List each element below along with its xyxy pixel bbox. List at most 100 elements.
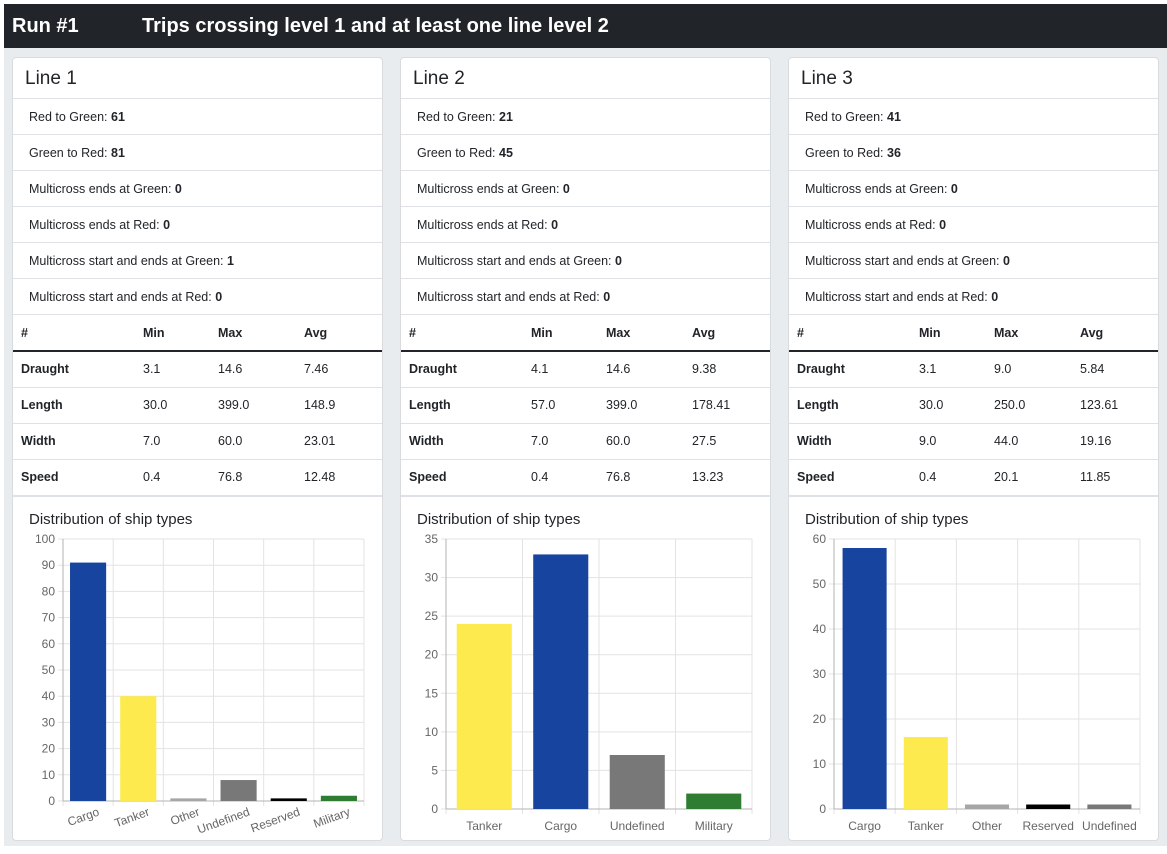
stat-label: Green to Red: (805, 146, 884, 160)
metric-name: Length (13, 387, 135, 424)
metric-avg: 11.85 (1072, 459, 1158, 496)
bar-cargo (70, 562, 107, 801)
stat-label: Green to Red: (29, 146, 108, 160)
bar-tanker (120, 695, 157, 801)
y-tick-label: 40 (813, 622, 827, 636)
table-row: Length 57.0 399.0 178.41 (401, 387, 770, 424)
stat-green-to-red: Green to Red: 81 (13, 135, 382, 171)
x-tick-label: Reserved (1023, 819, 1074, 833)
stat-label: Multicross ends at Red: (805, 218, 936, 232)
stat-label: Multicross ends at Red: (417, 218, 548, 232)
metric-name: Width (401, 423, 523, 460)
y-tick-label: 10 (42, 767, 56, 781)
metric-max: 250.0 (986, 387, 1072, 424)
table-row: Speed 0.4 76.8 13.23 (401, 459, 770, 496)
stat-value: 0 (174, 182, 182, 196)
stat-red-to-green: Red to Green: 41 (789, 99, 1158, 135)
stat-label: Multicross start and ends at Red: (805, 290, 988, 304)
column-header-avg: Avg (684, 315, 770, 352)
bar-reserved (270, 797, 307, 801)
bar-cargo (842, 547, 887, 809)
stat-value: 0 (603, 290, 611, 304)
metric-min: 30.0 (135, 387, 210, 424)
stat-label: Multicross start and ends at Green: (805, 254, 1000, 268)
metric-name: Length (401, 387, 523, 424)
metric-min: 3.1 (135, 351, 210, 388)
column-header-max: Max (210, 315, 296, 352)
metric-avg: 13.23 (684, 459, 770, 496)
stat-value: 1 (227, 254, 234, 268)
stat-green-to-red: Green to Red: 45 (401, 135, 770, 171)
y-tick-label: 10 (813, 757, 827, 771)
stat-label: Red to Green: (29, 110, 108, 124)
metric-max: 14.6 (210, 351, 296, 388)
y-tick-label: 40 (42, 689, 56, 703)
metric-max: 399.0 (210, 387, 296, 424)
bar-reserved (1026, 804, 1071, 809)
stat-multicross-start-ends-green: Multicross start and ends at Green: 1 (13, 243, 382, 279)
stat-value: 36 (887, 146, 901, 160)
top-header: Run #1 Trips crossing level 1 and at lea… (4, 4, 1167, 48)
card-title: Line 2 (401, 58, 770, 99)
x-tick-label: Other (972, 819, 1002, 833)
metric-avg: 23.01 (296, 423, 382, 460)
metric-max: 76.8 (210, 459, 296, 496)
x-tick-label: Tanker (908, 819, 944, 833)
bar-undefined (609, 754, 665, 809)
y-tick-label: 30 (813, 667, 827, 681)
x-tick-label: Military (695, 819, 733, 833)
stat-value: 0 (950, 182, 958, 196)
stat-value: 0 (215, 290, 223, 304)
metric-name: Length (789, 387, 911, 424)
stat-multicross-start-ends-red: Multicross start and ends at Red: 0 (789, 279, 1158, 315)
column-header-max: Max (598, 315, 684, 352)
table-row: Draught 3.1 14.6 7.46 (13, 351, 382, 388)
metric-name: Draught (13, 351, 135, 388)
table-row: Draught 4.1 14.6 9.38 (401, 351, 770, 388)
x-tick-label: Cargo (66, 804, 102, 828)
x-tick-label: Cargo (848, 819, 881, 833)
stat-label: Multicross start and ends at Green: (29, 254, 224, 268)
bar-tanker (456, 623, 512, 809)
metrics-table: # Min Max Avg Draught 3.1 9.0 5.84 Length 30… (789, 315, 1158, 496)
metric-max: 9.0 (986, 351, 1072, 388)
metric-name: Speed (789, 459, 911, 496)
stat-value: 0 (562, 182, 570, 196)
stat-label: Red to Green: (417, 110, 496, 124)
x-tick-label: Tanker (113, 804, 152, 829)
page-container: Run #1 Trips crossing level 1 and at lea… (4, 4, 1167, 846)
x-tick-label: Undefined (610, 819, 665, 833)
metric-min: 7.0 (523, 423, 598, 460)
table-row: Width 7.0 60.0 23.01 (13, 423, 382, 460)
page-title: Trips crossing level 1 and at least one … (142, 15, 609, 37)
metric-avg: 19.16 (1072, 423, 1158, 460)
column-header-max: Max (986, 315, 1072, 352)
stat-value: 81 (111, 146, 125, 160)
x-tick-label: Reserved (249, 804, 302, 835)
x-tick-label: Military (311, 804, 351, 830)
chart-section: Distribution of ship types 0 10 20 30 40 50 60… (13, 495, 382, 836)
run-label: Run #1 (12, 15, 79, 37)
metric-min: 3.1 (911, 351, 986, 388)
column-header-name: # (789, 315, 911, 352)
metric-name: Draught (401, 351, 523, 388)
stat-value: 0 (991, 290, 999, 304)
stat-label: Red to Green: (805, 110, 884, 124)
bar-military (686, 793, 742, 809)
y-tick-label: 70 (42, 610, 56, 624)
table-header-row: # Min Max Avg (789, 315, 1158, 352)
y-tick-label: 60 (42, 636, 56, 650)
stat-multicross-start-ends-green: Multicross start and ends at Green: 0 (401, 243, 770, 279)
metric-avg: 27.5 (684, 423, 770, 460)
stat-label: Multicross ends at Green: (417, 182, 560, 196)
line-card-1: Line 1 Red to Green: 61 Green to Red: 81… (12, 57, 383, 841)
y-tick-label: 50 (42, 663, 56, 677)
metric-min: 0.4 (523, 459, 598, 496)
metric-min: 30.0 (911, 387, 986, 424)
stat-red-to-green: Red to Green: 61 (13, 99, 382, 135)
x-tick-label: Cargo (544, 819, 577, 833)
metric-avg: 9.38 (684, 351, 770, 388)
bar-other (170, 797, 207, 801)
stat-label: Multicross start and ends at Green: (417, 254, 612, 268)
column-header-min: Min (911, 315, 986, 352)
